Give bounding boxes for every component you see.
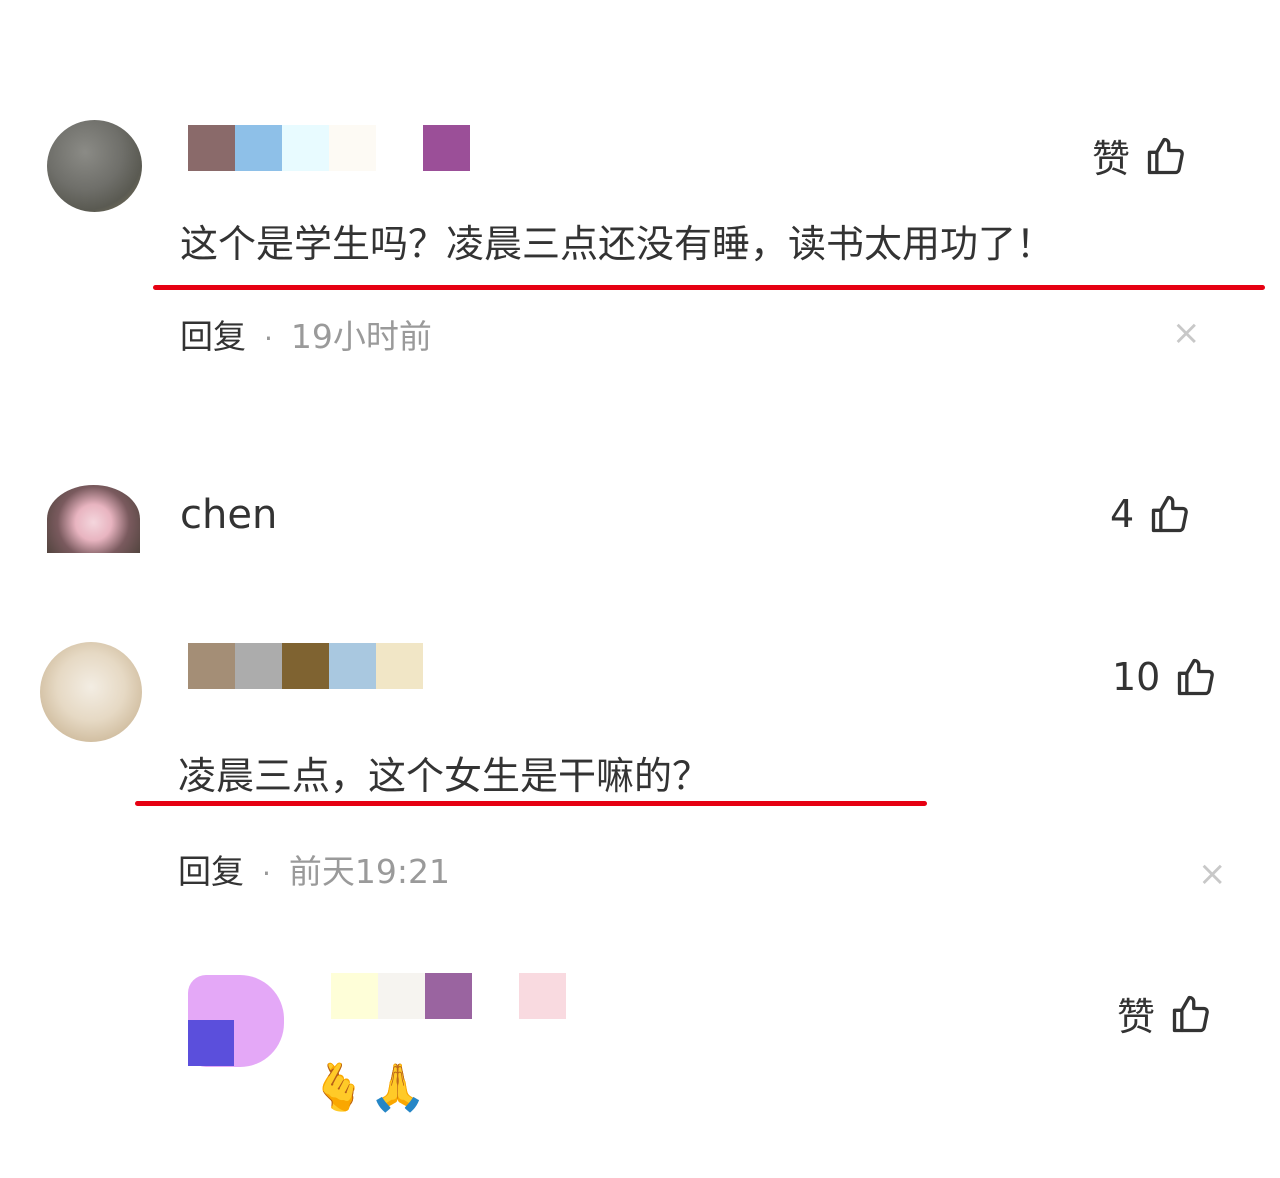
separator: ·: [262, 857, 271, 890]
thumbs-up-icon: [1152, 495, 1189, 533]
reply-button[interactable]: 回复: [180, 317, 246, 356]
mosaic-block: [235, 643, 282, 689]
like-button[interactable]: 10: [1112, 655, 1218, 699]
avatar-mosaic-block: [188, 1020, 234, 1066]
avatar[interactable]: [40, 642, 142, 742]
separator: ·: [264, 322, 273, 355]
mosaic-block: [331, 973, 378, 1019]
timestamp: 前天19:21: [288, 852, 451, 891]
close-icon[interactable]: ×: [1172, 316, 1201, 350]
thumbs-up-icon: [1147, 137, 1184, 174]
mosaic-block: [519, 973, 566, 1019]
mosaic-block: [235, 125, 282, 171]
highlight-underline: [153, 285, 1265, 290]
thumbs-up-icon: [1178, 658, 1215, 696]
comment-meta: 回复 · 19小时前: [180, 310, 432, 358]
like-button[interactable]: 赞: [1117, 986, 1213, 1041]
like-count: 4: [1110, 492, 1135, 536]
thumbs-up-icon: [1172, 995, 1209, 1032]
mosaic-block: [376, 125, 423, 171]
username-mosaic: [284, 973, 566, 1019]
highlight-underline: [135, 801, 927, 806]
avatar[interactable]: [188, 975, 284, 1067]
comment-text: 这个是学生吗？凌晨三点还没有睡，读书太用功了！: [180, 222, 1055, 266]
mosaic-block: [188, 125, 235, 171]
close-icon[interactable]: ×: [1198, 857, 1227, 891]
like-button[interactable]: 赞: [1092, 128, 1188, 183]
mosaic-block: [329, 643, 376, 689]
emoji-text: 🫰🙏: [310, 1060, 429, 1114]
mosaic-block: [378, 973, 425, 1019]
reply-button[interactable]: 回复: [178, 852, 244, 891]
username-mosaic: [188, 643, 423, 689]
mosaic-block: [282, 125, 329, 171]
mosaic-block: [423, 125, 470, 171]
like-label: 赞: [1092, 137, 1131, 181]
timestamp: 19小时前: [290, 317, 432, 356]
comment-meta: 回复 · 前天19:21: [178, 845, 450, 893]
like-button[interactable]: 4: [1110, 492, 1192, 536]
username-mosaic: [188, 125, 470, 171]
mosaic-block: [472, 973, 519, 1019]
avatar[interactable]: [47, 485, 140, 553]
mosaic-block: [284, 973, 331, 1019]
mosaic-block: [282, 643, 329, 689]
mosaic-block: [425, 973, 472, 1019]
avatar[interactable]: [47, 120, 142, 212]
username[interactable]: chen: [180, 492, 277, 538]
like-label: 赞: [1117, 995, 1156, 1039]
comment-text: 凌晨三点，这个女生是干嘛的？: [178, 754, 711, 798]
like-count: 10: [1112, 655, 1161, 699]
mosaic-block: [329, 125, 376, 171]
mosaic-block: [376, 643, 423, 689]
mosaic-block: [188, 643, 235, 689]
